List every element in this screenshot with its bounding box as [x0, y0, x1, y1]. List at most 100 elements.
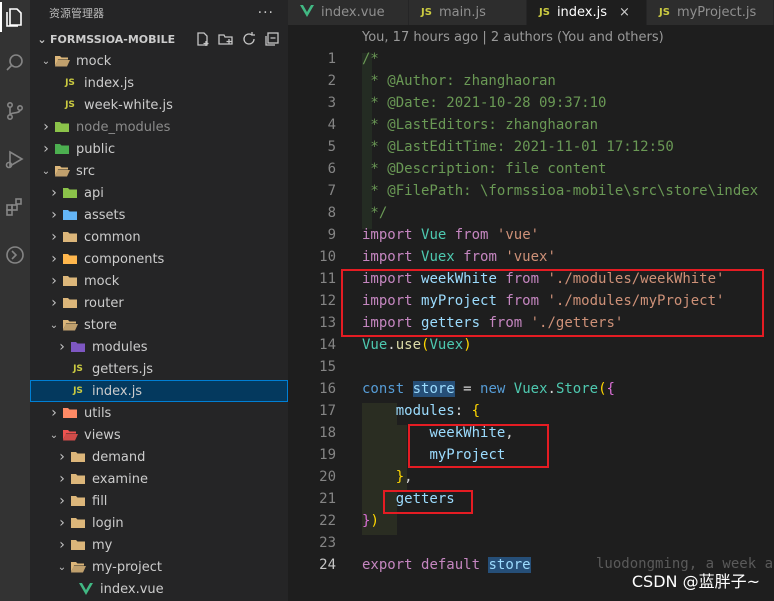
- tree-item[interactable]: › demand: [30, 446, 288, 468]
- explorer-icon[interactable]: [0, 2, 30, 32]
- new-file-icon[interactable]: [195, 31, 211, 47]
- js-file-icon: JS: [539, 7, 550, 18]
- refresh-icon[interactable]: [241, 31, 257, 47]
- tree-item-label: fill: [92, 493, 108, 509]
- tree-item[interactable]: ⌄ src: [30, 160, 288, 182]
- more-actions-button[interactable]: ···: [258, 5, 274, 21]
- codelens-blame[interactable]: You, 17 hours ago | 2 authors (You and o…: [362, 30, 664, 45]
- tree-item-label: index.js: [92, 383, 143, 399]
- chevron-right-icon: ›: [51, 405, 57, 421]
- folder-icon: [62, 251, 78, 267]
- code-line: export default store: [362, 557, 531, 573]
- chevron-right-icon: ›: [51, 207, 57, 223]
- chevron-down-icon: ⌄: [49, 319, 59, 331]
- tree-item-label: getters.js: [92, 361, 154, 377]
- tree-item-label: utils: [84, 405, 112, 421]
- annotation-box-getters: [383, 490, 473, 514]
- code-line: import Vuex from 'vuex': [362, 249, 556, 265]
- tab-index-js[interactable]: JS index.js ×: [527, 0, 647, 25]
- tree-item-label: my-project: [92, 559, 162, 575]
- chevron-right-icon: ›: [59, 537, 65, 553]
- project-name: FORMSSIOA-MOBILE: [50, 32, 176, 46]
- line-number: 21: [319, 491, 336, 507]
- code-line: * @FilePath: \formssioa-mobile\src\store…: [362, 183, 759, 199]
- line-number: 18: [319, 425, 336, 441]
- js-file-icon: JS: [659, 7, 670, 18]
- folder-icon: [62, 207, 78, 223]
- line-number: 8: [327, 205, 336, 221]
- chevron-right-icon: ›: [59, 449, 65, 465]
- close-icon[interactable]: ×: [619, 5, 630, 20]
- code-editor[interactable]: You, 17 hours ago | 2 authors (You and o…: [288, 25, 774, 601]
- vue-file-icon: [300, 5, 314, 20]
- tab-index-vue[interactable]: index.vue: [288, 0, 409, 25]
- tree-item-label: my: [92, 537, 113, 553]
- tree-item-label: login: [92, 515, 124, 531]
- folder-icon: [70, 537, 86, 553]
- line-number: 2: [327, 73, 336, 89]
- tab-myproject-js[interactable]: JS myProject.js: [647, 0, 774, 25]
- tree-item[interactable]: ⌄ views: [30, 424, 288, 446]
- tree-item[interactable]: › assets: [30, 204, 288, 226]
- tree-item[interactable]: ⌄ my-project: [30, 556, 288, 578]
- folder-icon: [62, 295, 78, 311]
- run-debug-icon[interactable]: [0, 144, 30, 174]
- watermark: CSDN @蓝胖子~: [631, 572, 760, 591]
- chevron-right-icon: ›: [59, 339, 65, 355]
- tree-item[interactable]: › api: [30, 182, 288, 204]
- line-number: 24: [319, 557, 336, 573]
- line-number: 11: [319, 271, 336, 287]
- folder-icon: [70, 515, 86, 531]
- tab-main-js[interactable]: JS main.js: [409, 0, 527, 25]
- collapse-all-icon[interactable]: [264, 31, 280, 47]
- tree-item[interactable]: › examine: [30, 468, 288, 490]
- tree-item[interactable]: ⌄ store: [30, 314, 288, 336]
- line-number: 10: [319, 249, 336, 265]
- chevron-right-icon: ›: [43, 141, 49, 157]
- code-line: * @Date: 2021-10-28 09:37:10: [362, 95, 607, 111]
- source-control-icon[interactable]: [0, 96, 30, 126]
- tree-item-label: mock: [76, 53, 112, 69]
- folder-icon: [70, 493, 86, 509]
- line-number: 22: [319, 513, 336, 529]
- js-file-icon: JS: [65, 78, 75, 88]
- tab-label: index.js: [556, 5, 608, 20]
- tree-item[interactable]: › common: [30, 226, 288, 248]
- tree-item[interactable]: › public: [30, 138, 288, 160]
- tree-item-label: public: [76, 141, 116, 157]
- project-actions: [195, 31, 280, 47]
- code-line: import Vue from 'vue': [362, 227, 540, 243]
- tree-item[interactable]: › router: [30, 292, 288, 314]
- tree-item[interactable]: › mock: [30, 270, 288, 292]
- tree-item[interactable]: › utils: [30, 402, 288, 424]
- tree-item[interactable]: JS index.js: [30, 380, 288, 402]
- tree-item[interactable]: JS getters.js: [30, 358, 288, 380]
- project-root[interactable]: ⌄ FORMSSIOA-MOBILE: [30, 28, 288, 50]
- line-number: 23: [319, 535, 336, 551]
- explorer-title: 资源管理器: [49, 6, 104, 20]
- tab-label: myProject.js: [676, 5, 757, 20]
- tree-item[interactable]: › components: [30, 248, 288, 270]
- search-icon[interactable]: [0, 48, 30, 78]
- tree-item[interactable]: › node_modules: [30, 116, 288, 138]
- folder-icon: [70, 471, 86, 487]
- chevron-down-icon: ⌄: [37, 32, 47, 46]
- remote-icon[interactable]: [0, 240, 30, 270]
- folder-icon: [62, 229, 78, 245]
- tree-item-label: api: [84, 185, 104, 201]
- tree-item[interactable]: › my: [30, 534, 288, 556]
- tree-item[interactable]: index.vue: [30, 578, 288, 600]
- line-number: 9: [327, 227, 336, 243]
- tree-item[interactable]: JS week-white.js: [30, 94, 288, 116]
- extensions-icon[interactable]: [0, 192, 30, 222]
- tree-item[interactable]: ⌄ mock: [30, 50, 288, 72]
- new-folder-icon[interactable]: [218, 31, 234, 47]
- js-file-icon: JS: [65, 100, 75, 110]
- tree-item[interactable]: › fill: [30, 490, 288, 512]
- tree-item[interactable]: › login: [30, 512, 288, 534]
- line-number: 5: [327, 139, 336, 155]
- tree-item[interactable]: › modules: [30, 336, 288, 358]
- explorer-sidebar: 资源管理器 ··· ⌄ FORMSSIOA-MOBILE ⌄ mock JS inde…: [30, 0, 288, 601]
- tree-item[interactable]: JS index.js: [30, 72, 288, 94]
